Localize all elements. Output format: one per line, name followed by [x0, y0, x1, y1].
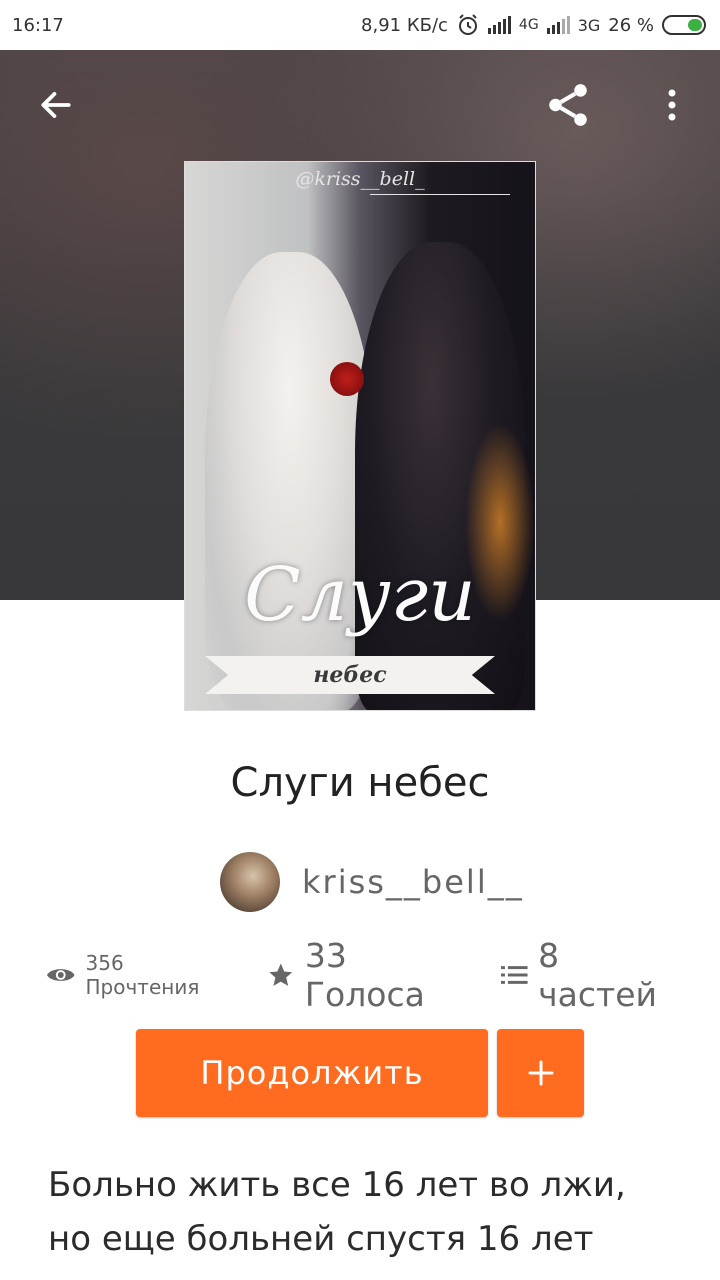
votes-stat: 33 Голоса [267, 936, 474, 1014]
story-description: Больно жить все 16 лет во лжи, но еще бо… [48, 1158, 688, 1266]
arrow-left-icon [41, 92, 71, 118]
cover-title: Слуги [244, 552, 476, 638]
cover-ribbon: небес [205, 656, 495, 694]
author-name[interactable]: kriss__bell__ [302, 863, 524, 901]
author-link[interactable]: kriss__bell__ [220, 852, 524, 912]
alarm-icon [458, 14, 477, 35]
parts-stat[interactable]: 8 частей [500, 936, 686, 1014]
more-menu-button[interactable] [647, 75, 697, 135]
plus-icon [528, 1060, 553, 1086]
votes-count: 33 Голоса [304, 936, 425, 1014]
list-icon [500, 966, 528, 984]
reads-count: 356 Прочтения [85, 951, 200, 999]
eye-icon [46, 969, 75, 981]
share-icon [549, 84, 587, 126]
network-type-1: 4G [518, 17, 539, 33]
avatar[interactable] [220, 852, 280, 912]
description-line-2: но еще больней спустя 16 лет [48, 1219, 594, 1259]
cover-divider [370, 194, 510, 195]
signal-icon-2 [546, 16, 570, 34]
story-title: Слуги небес [230, 760, 490, 806]
back-button[interactable] [31, 75, 81, 135]
cover-subtitle: небес [313, 662, 387, 688]
add-to-library-button[interactable] [497, 1029, 584, 1117]
continue-reading-button[interactable]: Продолжить [136, 1029, 488, 1117]
cover-author-handle: @kriss__bell_ [295, 168, 425, 190]
parts-count: 8 частей [538, 936, 657, 1014]
status-icons: 8,91 КБ/с 4G 3G 26 % [361, 13, 706, 37]
network-speed: 8,91 КБ/с [361, 14, 448, 36]
status-time: 16:17 [12, 14, 64, 36]
cover-rose [330, 362, 364, 396]
share-button[interactable] [543, 75, 593, 135]
description-line-1: Больно жить все 16 лет во лжи, [48, 1165, 626, 1205]
star-icon [269, 963, 293, 986]
reads-stat: 356 Прочтения [46, 951, 241, 999]
network-type-2: 3G [577, 15, 601, 35]
battery-percent: 26 % [608, 14, 654, 36]
battery-icon [662, 15, 706, 35]
signal-icon [487, 16, 511, 34]
status-bar: 16:17 8,91 КБ/с 4G 3G 26 % [0, 0, 720, 50]
cover-figure-angel [205, 252, 375, 710]
more-vert-icon [668, 89, 676, 121]
book-cover[interactable]: @kriss__bell_ Слуги небес [185, 162, 535, 710]
story-stats: 356 Прочтения 33 Голоса 8 частей [46, 936, 686, 1014]
